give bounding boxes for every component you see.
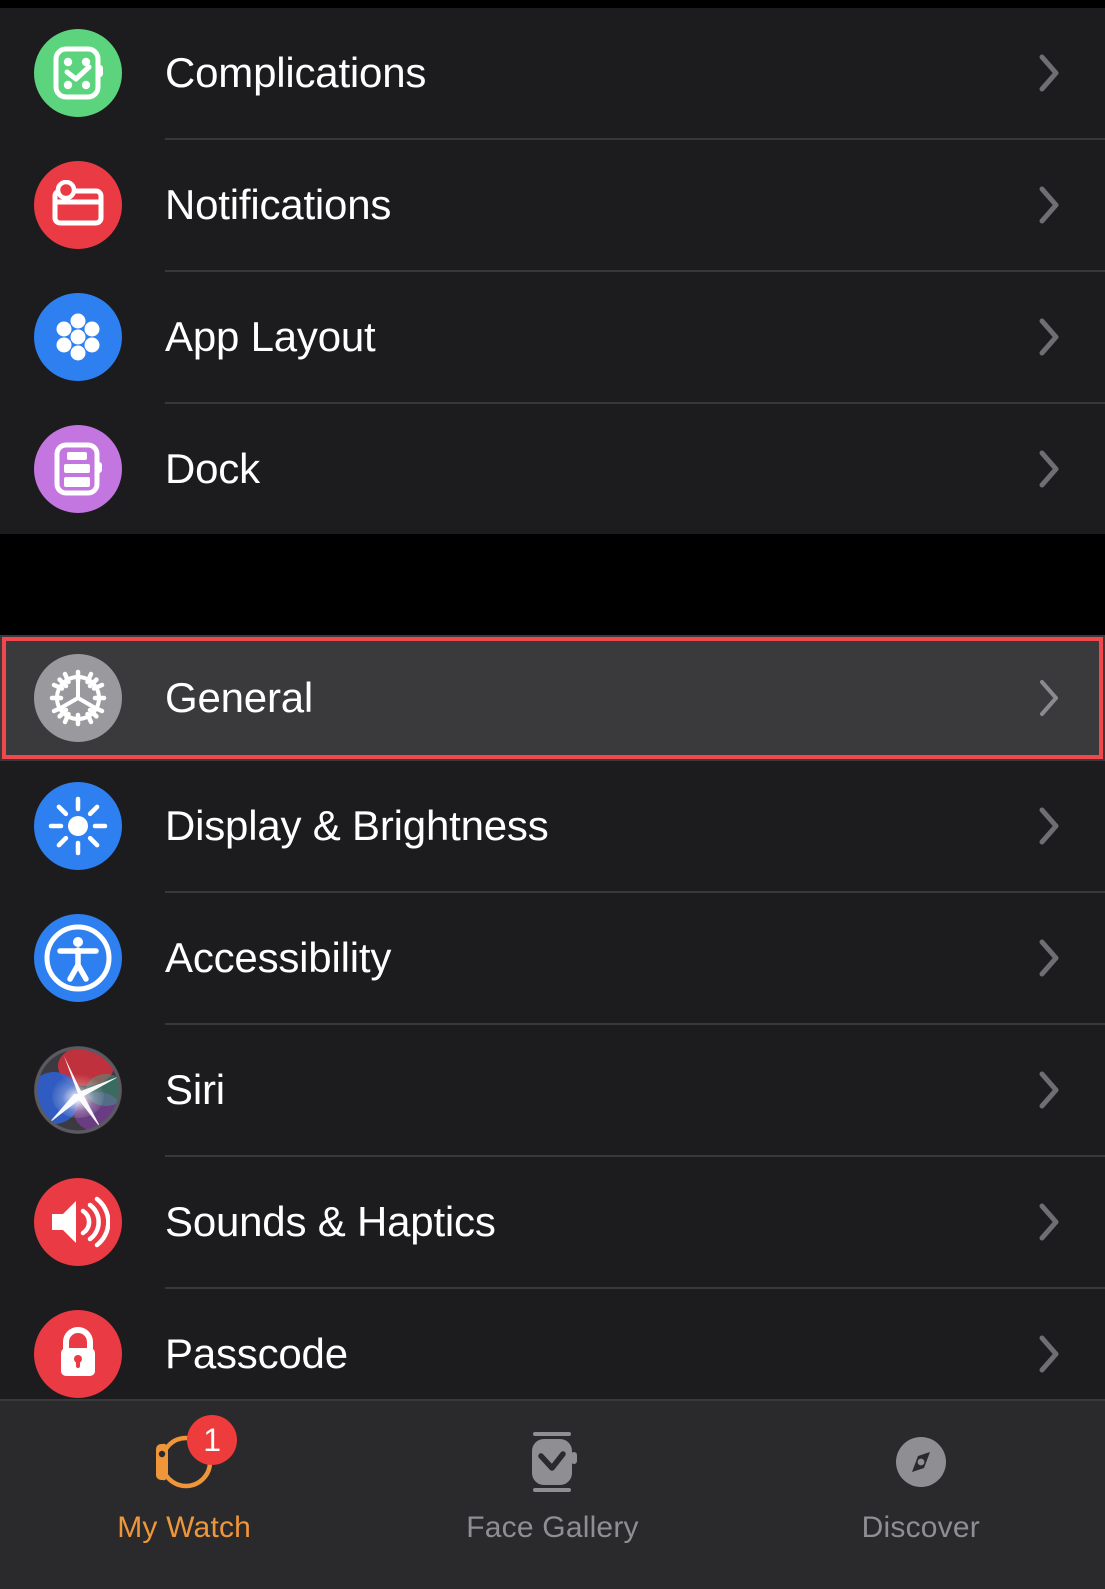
brightness-icon [33,782,122,870]
icon-slot [30,422,125,517]
settings-row-label: Display & Brightness [165,802,549,849]
app-layout-icon [33,293,122,381]
status-badge: 1 [187,1415,238,1465]
icon-slot [30,1175,125,1270]
compass-icon [878,1419,964,1505]
settings-row-notifications[interactable]: Notifications [0,140,1105,270]
watch-face-section: Complications Notifications App Layout D… [0,8,1105,534]
icon-slot [30,651,125,746]
icon-slot [30,779,125,874]
row-separator [165,891,1105,893]
settings-row-label: Passcode [165,1330,348,1377]
row-separator [165,1155,1105,1157]
tab-discover[interactable]: Discover [737,1419,1105,1545]
settings-row-label: Complications [165,49,427,96]
gear-icon [33,654,122,742]
sounds-haptics-icon [33,1178,122,1266]
icon-slot [30,1307,125,1400]
system-settings-section: General Display & Brightness Accessibili… [0,635,1105,1399]
chevron-right-icon [1039,678,1061,718]
accessibility-icon [33,914,122,1002]
settings-list: Complications Notifications App Layout D… [0,8,1105,1399]
tab-label: My Watch [117,1511,252,1544]
complications-icon [33,29,122,117]
bottom-tab-bar: 1 My Watch Face Gallery Discover [0,1399,1105,1589]
chevron-right-icon [1039,1070,1061,1110]
icon-slot [30,290,125,385]
lock-icon [33,1310,122,1398]
tab-my-watch[interactable]: 1 My Watch [0,1415,368,1545]
status-strip [0,0,1105,8]
row-separator [165,402,1105,404]
siri-icon [33,1046,122,1134]
chevron-right-icon [1039,1202,1061,1242]
settings-row-complications[interactable]: Complications [0,8,1105,138]
chevron-right-icon [1039,806,1061,846]
icon-slot [30,1043,125,1138]
chevron-right-icon [1039,938,1061,978]
row-separator [165,1023,1105,1025]
tab-label: Face Gallery [466,1511,639,1544]
row-separator [165,1287,1105,1289]
chevron-right-icon [1039,53,1061,93]
settings-row-label: Notifications [165,181,392,228]
dock-icon [33,425,122,513]
settings-row-accessibility[interactable]: Accessibility [0,893,1105,1023]
chevron-right-icon [1039,317,1061,357]
settings-row-passcode[interactable]: Passcode [0,1289,1105,1399]
settings-row-label: General [165,674,314,721]
settings-row-label: Sounds & Haptics [165,1198,496,1245]
row-separator [165,138,1105,140]
notifications-icon [33,161,122,249]
chevron-right-icon [1039,185,1061,225]
settings-row-siri[interactable]: Siri [0,1025,1105,1155]
row-separator [165,270,1105,272]
tab-label: Discover [861,1511,980,1544]
chevron-right-icon [1039,1334,1061,1374]
settings-row-label: Dock [165,445,260,492]
settings-row-app-layout[interactable]: App Layout [0,272,1105,402]
settings-row-dock[interactable]: Dock [0,404,1105,534]
icon-slot [30,26,125,121]
watch-icon: 1 [141,1415,238,1505]
icon-slot [30,158,125,253]
tab-face-gallery[interactable]: Face Gallery [368,1419,736,1545]
section-gap [0,534,1105,635]
icon-slot [30,911,125,1006]
settings-row-general[interactable]: General [0,635,1105,761]
settings-row-label: Accessibility [165,934,392,981]
chevron-right-icon [1039,449,1061,489]
settings-row-label: App Layout [165,313,376,360]
watch-face-icon [509,1419,595,1505]
watch-settings-screen: Complications Notifications App Layout D… [0,0,1105,1589]
settings-row-display-brightness[interactable]: Display & Brightness [0,761,1105,891]
settings-row-sounds-haptics[interactable]: Sounds & Haptics [0,1157,1105,1287]
settings-row-label: Siri [165,1066,225,1113]
